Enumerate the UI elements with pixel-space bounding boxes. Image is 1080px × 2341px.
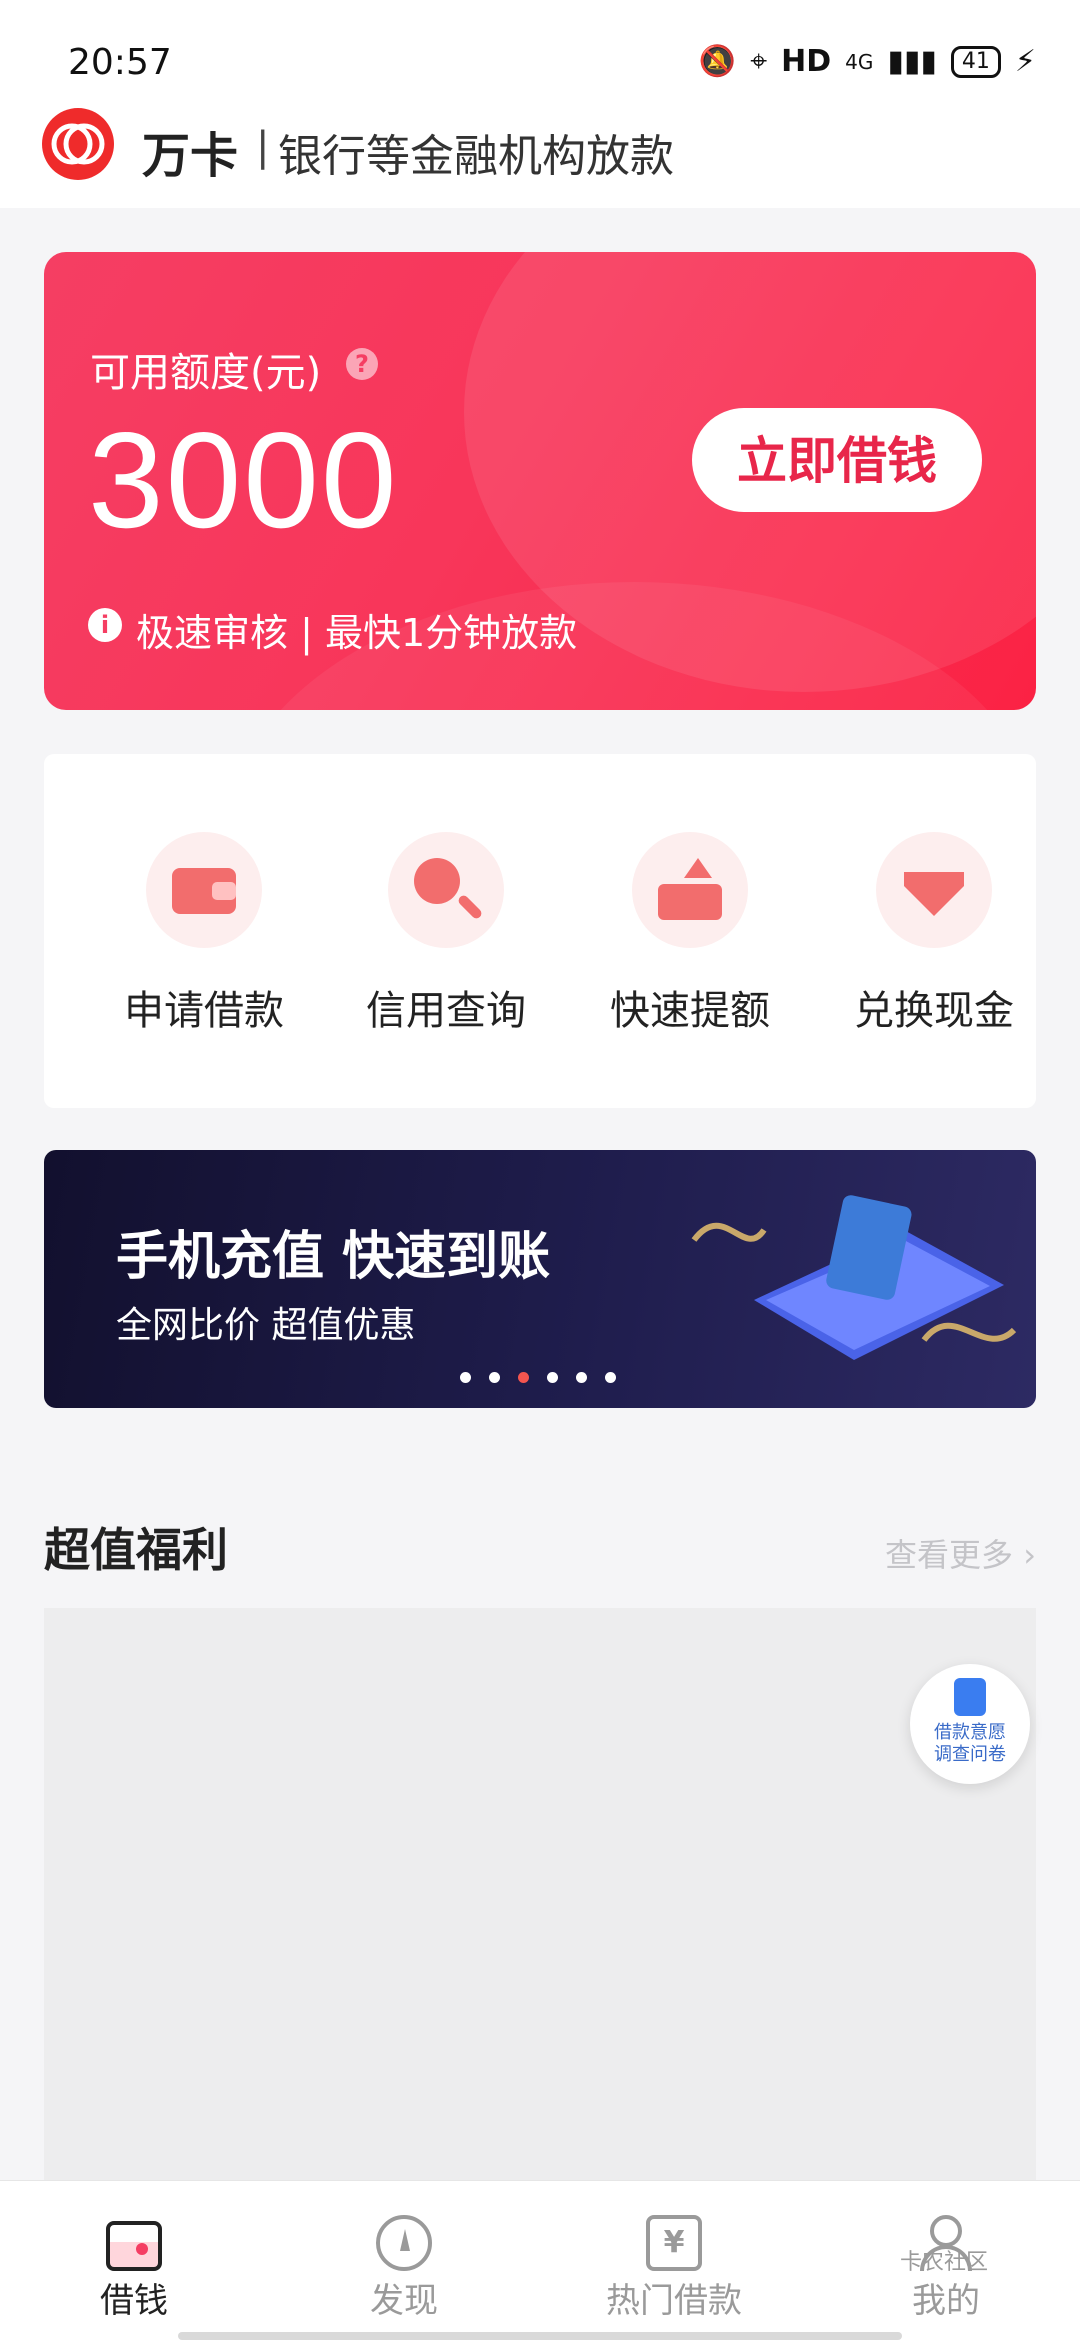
compass-icon <box>376 2215 432 2271</box>
quick-actions: 申请借款 信用查询 快速提额 兑换现金 <box>44 754 1036 1108</box>
available-limit-label: 可用额度(元) <box>90 350 322 396</box>
action-redeem-cash[interactable]: 兑换现金 <box>834 832 1034 1036</box>
page-dot <box>605 1372 616 1383</box>
page-dot <box>489 1372 500 1383</box>
brand-logo <box>42 108 114 180</box>
location-icon: ⌖ <box>750 44 768 79</box>
tab-label: 借钱 <box>100 2281 168 2321</box>
yuan-icon: ¥ <box>646 2215 702 2271</box>
battery-icon: 41 <box>950 45 1001 78</box>
action-label: 申请借款 <box>124 988 284 1034</box>
tab-discover[interactable]: 发现 <box>304 2215 504 2322</box>
phone-card-illustration <box>691 1195 1017 1360</box>
tab-label: 发现 <box>370 2281 438 2321</box>
tab-borrow[interactable]: 借钱 <box>34 2215 234 2322</box>
signal-label: 4G <box>845 49 874 74</box>
hd-label: HD <box>781 44 832 79</box>
promo-banner[interactable]: 手机充值 快速到账 全网比价 超值优惠 <box>44 1150 1036 1408</box>
action-raise-limit[interactable]: 快速提额 <box>590 832 790 1036</box>
banner-pagination <box>460 1372 616 1383</box>
home-indicator[interactable] <box>178 2332 902 2340</box>
brand-separator: | <box>256 124 270 170</box>
page-dot <box>576 1372 587 1383</box>
magnifier-icon <box>388 832 504 948</box>
bell-off-icon: 🔕 <box>698 44 737 79</box>
view-more-link[interactable]: 查看更多 › <box>885 1530 1036 1576</box>
approval-note: 极速审核 | 最快1分钟放款 <box>136 611 578 655</box>
survey-label: 借款意愿 调查问卷 <box>910 1722 1030 1766</box>
top-header-area: 20:57 🔕 ⌖ HD 4G ▮▮▮ 41 ⚡ 万卡 | 银行等金融机构放款 <box>0 0 1080 208</box>
watermark-text: 卡农社区 <box>900 2250 989 2275</box>
welfare-content-placeholder <box>44 1608 1036 2188</box>
tab-label: 我的 <box>912 2281 980 2321</box>
clipboard-icon <box>954 1678 986 1716</box>
survey-line-1: 借款意愿 <box>934 1722 1006 1743</box>
brand-subtitle: 银行等金融机构放款 <box>278 131 674 182</box>
action-label: 快速提额 <box>610 988 770 1034</box>
charging-icon: ⚡ <box>1014 44 1036 79</box>
page-dot-active <box>518 1372 529 1383</box>
action-label: 信用查询 <box>366 988 526 1034</box>
borrow-now-button[interactable]: 立即借钱 <box>692 408 982 512</box>
banner-title: 手机充值 快速到账 <box>116 1227 551 1287</box>
banner-subtitle: 全网比价 超值优惠 <box>116 1305 416 1346</box>
survey-float-button[interactable]: 借款意愿 调查问卷 <box>910 1664 1030 1784</box>
action-label: 兑换现金 <box>854 988 1014 1034</box>
wallet-icon <box>146 832 262 948</box>
raise-limit-icon <box>632 832 748 948</box>
wallet-tab-icon <box>106 2215 162 2271</box>
tab-label: 热门借款 <box>606 2281 742 2321</box>
action-credit-query[interactable]: 信用查询 <box>346 832 546 1036</box>
credit-limit-card: 可用额度(元) ? 3000 立即借钱 i 极速审核 | 最快1分钟放款 <box>44 252 1036 710</box>
welfare-section-title: 超值福利 <box>44 1523 228 1577</box>
info-icon: i <box>88 608 122 642</box>
brand-name: 万卡 <box>142 128 239 184</box>
signal-bars-icon: ▮▮▮ <box>887 44 937 79</box>
tab-hot-loans[interactable]: ¥ 热门借款 <box>574 2215 774 2322</box>
status-time: 20:57 <box>68 42 172 83</box>
action-apply-loan[interactable]: 申请借款 <box>104 832 304 1036</box>
diamond-icon <box>876 832 992 948</box>
page-dot <box>547 1372 558 1383</box>
survey-line-2: 调查问卷 <box>934 1744 1006 1765</box>
status-icons: 🔕 ⌖ HD 4G ▮▮▮ 41 ⚡ <box>699 44 1036 79</box>
available-limit-value: 3000 <box>88 404 399 556</box>
page-dot <box>460 1372 471 1383</box>
help-icon[interactable]: ? <box>346 348 378 380</box>
